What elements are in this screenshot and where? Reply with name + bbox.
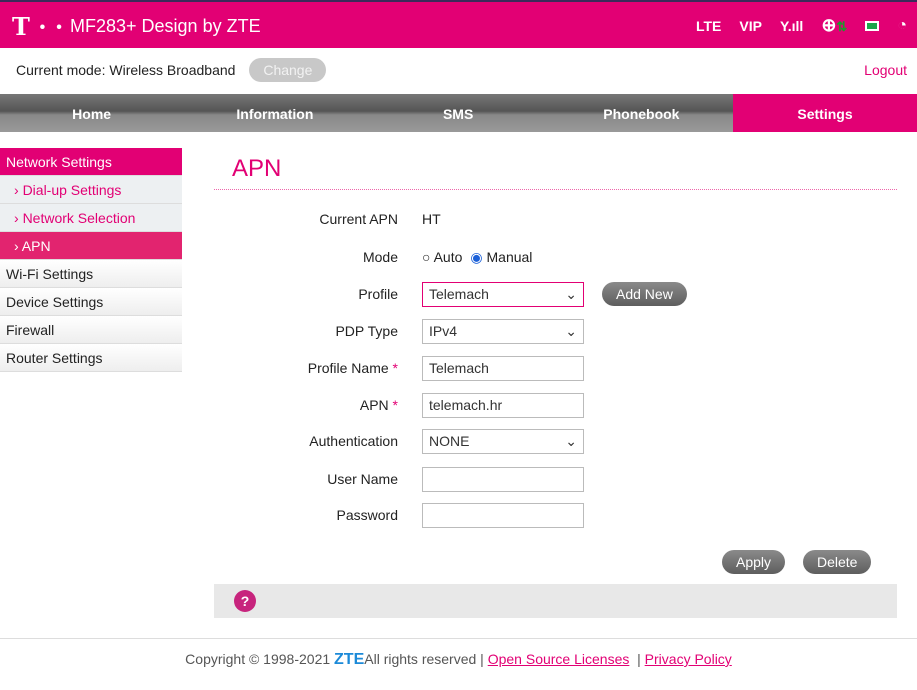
tab-settings[interactable]: Settings (733, 94, 917, 132)
apn-label: APN * (359, 397, 398, 413)
status-icons: LTE VIP Y.ıll ⊕⇅ ◔ (696, 15, 907, 36)
password-input[interactable] (422, 502, 584, 528)
apply-button[interactable]: Apply (722, 550, 786, 574)
authentication-select[interactable]: NONE ⌄ (422, 428, 584, 454)
profile-row: Profile Telemach ⌄ Add New (214, 281, 814, 307)
main-nav: Home Information SMS Phonebook Settings (0, 94, 917, 132)
mode-row: Mode ○ Auto ◉ Manual (214, 244, 814, 270)
signal-icon: Y.ıll (779, 17, 804, 34)
zte-logo: ZTE (334, 651, 365, 668)
add-new-button[interactable]: Add New (602, 282, 687, 306)
mode-manual-radio[interactable]: ◉ Manual (470, 249, 532, 266)
sidebar-item-apn[interactable]: › APN (0, 232, 182, 260)
sidebar-item-wifi[interactable]: Wi-Fi Settings (0, 260, 182, 288)
pdp-value: IPv4 (429, 323, 458, 339)
current-apn-label: Current APN (319, 211, 398, 227)
delete-button[interactable]: Delete (803, 550, 872, 574)
password-label: Password (336, 507, 398, 523)
current-apn-row: Current APN HT (214, 206, 814, 232)
mode-bar: Current mode: Wireless Broadband Change (16, 58, 327, 82)
help-icon[interactable]: ? (234, 590, 256, 612)
help-bar: ? (214, 584, 897, 618)
password-row: Password (214, 502, 814, 528)
apn-row: APN * telemach.hr (214, 392, 814, 418)
apn-input[interactable]: telemach.hr (422, 392, 584, 418)
sidebar-item-label: Dial-up Settings (22, 182, 122, 198)
mode-auto-radio[interactable]: ○ Auto (422, 249, 462, 265)
copyright-text: Copyright © 1998-2021 (185, 651, 331, 667)
privacy-policy-link[interactable]: Privacy Policy (645, 651, 732, 667)
radio-label: Auto (433, 249, 463, 265)
profile-name-row: Profile Name * Telemach (214, 355, 814, 381)
mode-label: Mode (362, 249, 398, 265)
separator: | (637, 651, 641, 667)
sim-icon (865, 20, 880, 31)
pdp-type-label: PDP Type (335, 323, 398, 339)
auth-row: Authentication NONE ⌄ (214, 428, 814, 454)
auth-value: NONE (429, 433, 470, 449)
profile-select[interactable]: Telemach ⌄ (422, 281, 584, 307)
current-mode-label: Current mode: Wireless Broadband (16, 62, 236, 78)
tab-sms[interactable]: SMS (367, 94, 550, 132)
current-apn-value: HT (422, 211, 441, 227)
tab-phonebook[interactable]: Phonebook (550, 94, 733, 132)
profile-name-input[interactable]: Telemach (422, 355, 584, 381)
chevron-down-icon: ⌄ (565, 432, 577, 449)
sidebar-item-dialup[interactable]: › Dial-up Settings (0, 176, 182, 204)
wifi-icon: ◔ (897, 16, 907, 34)
username-input[interactable] (422, 466, 584, 492)
open-source-link[interactable]: Open Source Licenses (488, 651, 630, 667)
sidebar-item-router[interactable]: Router Settings (0, 344, 182, 372)
profile-label: Profile (358, 286, 398, 302)
username-label: User Name (327, 471, 398, 487)
authentication-label: Authentication (309, 433, 398, 449)
profile-value: Telemach (429, 286, 489, 302)
radio-label: Manual (486, 248, 533, 265)
footer: Copyright © 1998-2021 ZTEAll rights rese… (0, 638, 917, 669)
internet-globe-icon: ⊕⇅ (821, 15, 848, 35)
change-mode-button[interactable]: Change (249, 58, 327, 82)
sidebar-item-network-settings[interactable]: Network Settings (0, 148, 182, 176)
app-title: MF283+ Design by ZTE (70, 16, 261, 36)
tab-home[interactable]: Home (0, 94, 183, 132)
telekom-logo: T · · (12, 12, 64, 41)
sidebar-item-label: APN (21, 238, 51, 254)
title-divider (214, 189, 897, 190)
username-row: User Name (214, 466, 814, 492)
rights-text: All rights reserved | (364, 651, 484, 667)
sidebar-item-network-selection[interactable]: › Network Selection (0, 204, 182, 232)
chevron-down-icon: ⌄ (565, 322, 577, 339)
sidebar-item-label: Network Selection (22, 210, 136, 226)
operator-name: VIP (739, 17, 762, 34)
top-bar: T · · MF283+ Design by ZTE LTE VIP Y.ıll… (0, 0, 917, 48)
sidebar: Network Settings › Dial-up Settings › Ne… (0, 148, 182, 372)
tab-information[interactable]: Information (183, 94, 366, 132)
page-title: APN (232, 155, 282, 182)
sidebar-item-firewall[interactable]: Firewall (0, 316, 182, 344)
pdp-type-select[interactable]: IPv4 ⌄ (422, 318, 584, 344)
data-arrows-icon: ⇅ (836, 19, 848, 34)
sidebar-item-device[interactable]: Device Settings (0, 288, 182, 316)
pdp-row: PDP Type IPv4 ⌄ (214, 318, 814, 344)
chevron-down-icon: ⌄ (565, 285, 577, 302)
logout-link[interactable]: Logout (864, 62, 907, 78)
network-type: LTE (695, 17, 722, 34)
profile-name-label: Profile Name * (307, 360, 398, 376)
